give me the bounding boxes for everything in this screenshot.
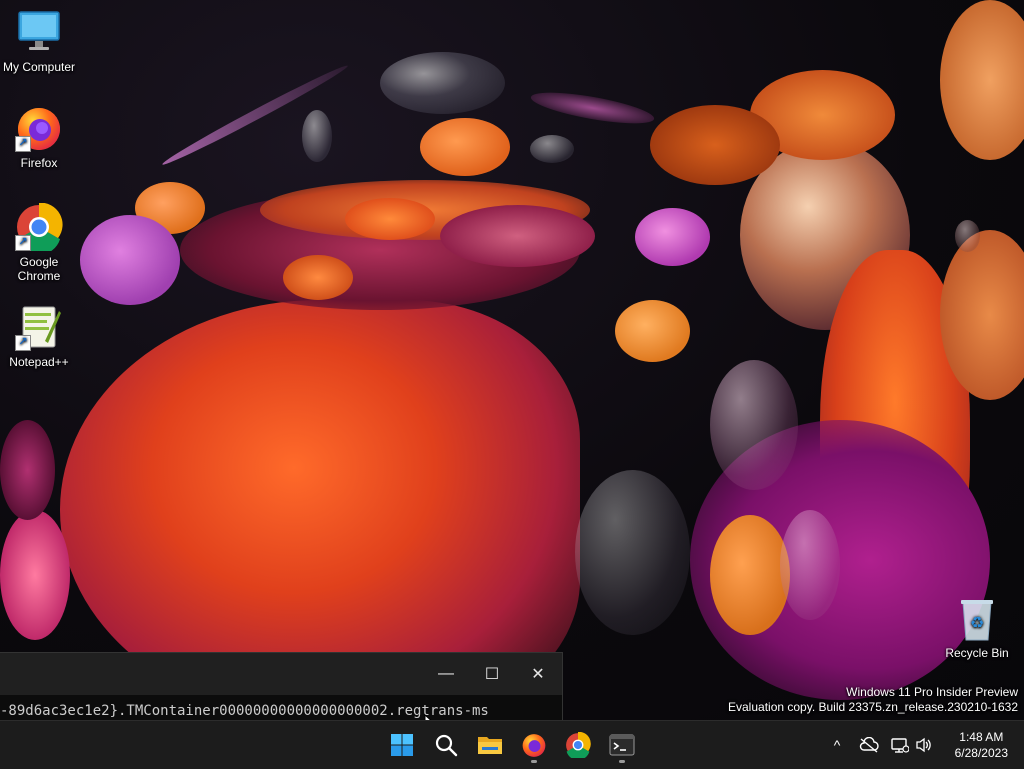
clock-button[interactable]: 1:48 AM 6/28/2023 [955,729,1008,761]
minimize-button[interactable]: — [423,653,469,695]
shortcut-arrow-icon: ↗ [15,335,31,351]
network-icon [891,738,909,753]
monitor-icon [15,8,63,56]
desktop-icon-notepadpp[interactable]: ↗ Notepad++ [1,303,77,369]
watermark-edition: Windows 11 Pro Insider Preview [846,685,1018,699]
desktop-icon-label: Google Chrome [17,255,61,283]
minimize-icon: — [438,665,454,682]
show-hidden-icons-button[interactable]: ^ [826,721,848,769]
svg-text:♻: ♻ [970,613,984,632]
desktop-wallpaper [0,0,1024,720]
taskbar-firefox[interactable] [514,725,554,765]
desktop-icon-label: Notepad++ [9,355,69,369]
taskbar-google-chrome[interactable] [558,725,598,765]
windows-start-icon [391,734,413,756]
taskbar: ^ 1:48 AM 6/28/2023 [0,720,1024,769]
taskbar-terminal[interactable] [602,725,642,765]
maximize-button[interactable]: ☐ [469,653,515,695]
volume-button[interactable] [912,721,936,769]
close-button[interactable]: ✕ [515,653,561,695]
start-button[interactable] [382,725,422,765]
windows-watermark: Windows 11 Pro Insider Preview Evaluatio… [728,685,1018,715]
running-indicator [531,760,537,763]
recycle-bin-icon: ♻ [953,598,1001,642]
desktop-icon-my-computer[interactable]: My Computer [1,8,77,74]
maximize-icon: ☐ [484,666,500,683]
notepadpp-icon: ↗ [15,303,63,351]
desktop-icon-google-chrome[interactable]: ↗ Google Chrome [1,202,77,283]
desktop-icon-label: Recycle Bin [945,646,1009,660]
desktop-icon-recycle-bin[interactable]: ♻ Recycle Bin [937,598,1017,660]
watermark-build: Evaluation copy. Build 23375.zn_release.… [728,700,1018,714]
terminal-output-line: -89d6ac3ec1e2}.TMContainer00000000000000… [0,703,489,719]
cloud-offline-icon [859,737,879,753]
desktop-icon-label: My Computer [2,60,76,74]
clock-time: 1:48 AM [959,730,1004,744]
running-indicator [619,760,625,763]
speaker-icon [916,737,931,753]
clock-date: 6/28/2023 [954,746,1008,760]
terminal-icon [609,734,635,756]
search-icon [435,734,458,757]
folder-icon [478,737,502,754]
shortcut-arrow-icon: ↗ [15,235,31,251]
network-button[interactable] [888,721,912,769]
chrome-icon: ↗ [15,202,63,255]
taskbar-file-explorer[interactable] [470,725,510,765]
shortcut-arrow-icon: ↗ [15,136,31,152]
close-icon: ✕ [531,666,545,683]
search-button[interactable] [426,725,466,765]
terminal-titlebar[interactable]: — ☐ ✕ [0,653,562,695]
terminal-window[interactable]: — ☐ ✕ -89d6ac3ec1e2}.TMContainer00000000… [0,652,563,721]
desktop-icon-firefox[interactable]: ↗ Firefox [1,104,77,170]
desktop-icon-label: Firefox [20,156,58,170]
firefox-icon [522,734,546,757]
onedrive-button[interactable] [856,721,882,769]
chevron-up-icon: ^ [833,737,841,753]
chrome-icon [566,732,591,758]
firefox-icon: ↗ [15,104,63,152]
